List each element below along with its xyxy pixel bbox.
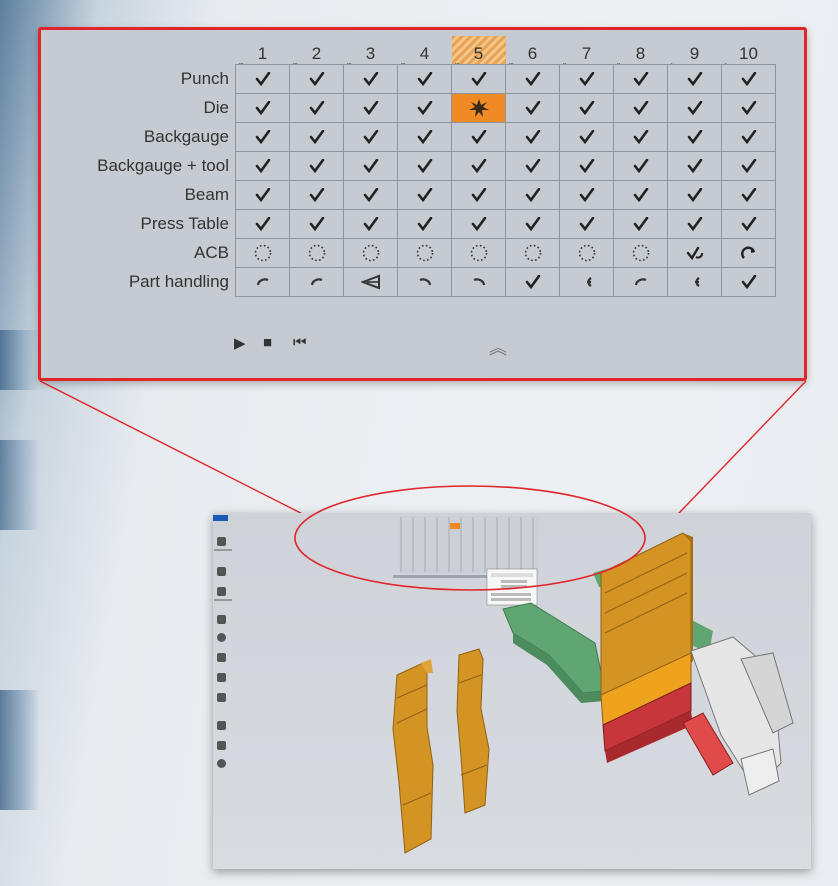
focus-ellipse [294,485,646,591]
focus-ellipse-layer [294,485,646,591]
